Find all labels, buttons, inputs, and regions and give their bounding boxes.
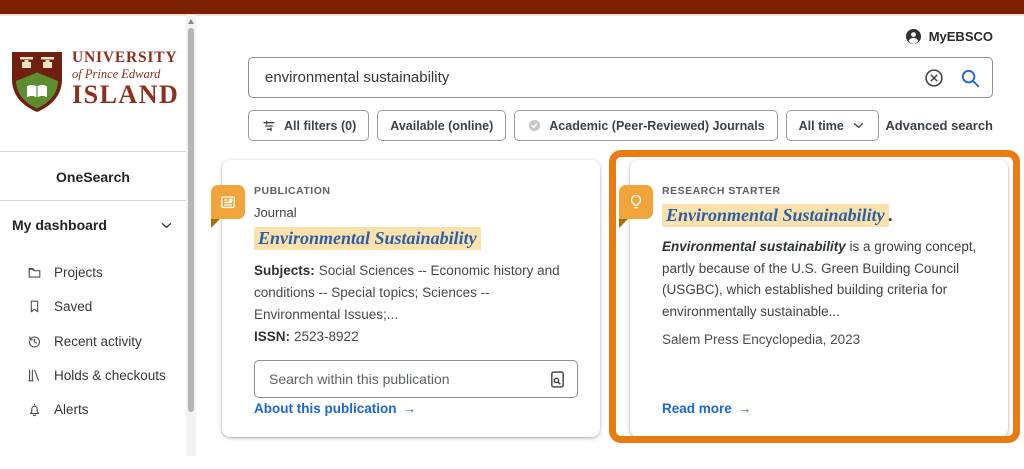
research-starter-card: RESEARCH STARTER Environmental Sustainab… xyxy=(619,160,1008,437)
search-within-submit-button[interactable] xyxy=(537,369,577,390)
sidebar-divider-top xyxy=(0,151,186,152)
publication-type: Journal xyxy=(254,205,297,220)
sidebar-item-holds-checkouts[interactable]: Holds & checkouts xyxy=(0,363,186,387)
chevron-down-icon xyxy=(161,222,172,228)
issn-label: ISSN: xyxy=(254,329,291,345)
search-within-publication-bar xyxy=(254,360,578,399)
sidebar-item-label: Holds & checkouts xyxy=(54,367,166,383)
scrollbar-up-arrow[interactable] xyxy=(188,19,194,24)
arrow-right-icon: → xyxy=(737,401,752,416)
sidebar-item-label: Alerts xyxy=(54,401,89,417)
logo-line-university: UNIVERSITY xyxy=(72,49,178,66)
search-submit-button[interactable] xyxy=(952,59,988,97)
top-brand-bar xyxy=(0,0,1024,16)
all-filters-label: All filters (0) xyxy=(284,118,357,133)
sidebar-item-projects[interactable]: Projects xyxy=(0,260,186,284)
publication-title-link[interactable]: Environmental Sustainability xyxy=(254,227,578,250)
upei-shield-icon xyxy=(12,52,62,112)
chevron-down-icon xyxy=(853,123,863,128)
logo-line-island: ISLAND xyxy=(72,80,180,109)
folder-icon xyxy=(28,267,41,278)
advanced-search-link[interactable]: Advanced search xyxy=(885,118,993,133)
issn-value: 2523-8922 xyxy=(294,329,359,345)
arrow-right-icon: → xyxy=(402,401,416,416)
snippet-lead: Environmental sustainability xyxy=(662,239,846,255)
publication-title-text: Environmental Sustainability xyxy=(254,227,481,250)
title-period: . xyxy=(888,205,894,225)
history-icon xyxy=(28,335,40,347)
myebsco-account-button[interactable]: MyEBSCO xyxy=(904,27,993,46)
peer-reviewed-label: Academic (Peer-Reviewed) Journals xyxy=(549,118,765,133)
search-input[interactable] xyxy=(249,69,916,86)
publication-kicker: PUBLICATION xyxy=(254,185,331,197)
document-search-icon xyxy=(550,371,564,388)
publication-meta: Subjects: Social Sciences -- Economic his… xyxy=(254,260,578,348)
available-online-filter[interactable]: Available (online) xyxy=(377,110,507,141)
research-starter-title-link[interactable]: Environmental Sustainability. xyxy=(662,204,986,227)
bell-icon xyxy=(29,403,40,416)
publication-issn: ISSN: 2523-8922 xyxy=(254,326,578,348)
search-within-publication-input[interactable] xyxy=(255,370,537,389)
sidebar-item-label: Recent activity xyxy=(54,333,142,349)
publication-result-card: PUBLICATION Journal Environmental Sustai… xyxy=(211,160,600,437)
upei-wordmark: UNIVERSITY of Prince Edward ISLAND xyxy=(72,50,179,108)
books-icon xyxy=(28,369,39,381)
sidebar-item-alerts[interactable]: Alerts xyxy=(0,397,186,421)
sidebar-scrollbar[interactable] xyxy=(186,15,196,456)
clear-search-button[interactable] xyxy=(916,59,952,97)
my-dashboard-toggle[interactable]: My dashboard xyxy=(12,217,174,233)
sidebar-item-recent-activity[interactable]: Recent activity xyxy=(0,329,186,353)
read-more-label: Read more xyxy=(662,401,732,416)
sidebar-item-label: Projects xyxy=(54,264,103,280)
scrollbar-thumb[interactable] xyxy=(188,28,194,412)
journal-icon xyxy=(221,196,235,209)
check-circle-icon xyxy=(529,119,541,132)
my-dashboard-label: My dashboard xyxy=(12,217,107,233)
clear-circle-x-icon xyxy=(925,68,943,87)
time-range-dropdown[interactable]: All time xyxy=(785,110,879,141)
lightbulb-icon xyxy=(630,194,642,209)
onesearch-label: OneSearch xyxy=(56,169,130,185)
publication-badge xyxy=(211,185,245,228)
sidebar-item-saved[interactable]: Saved xyxy=(0,294,186,318)
sidebar-divider-bottom xyxy=(0,200,186,201)
about-publication-link[interactable]: About this publication → xyxy=(254,401,416,416)
main-search-bar xyxy=(248,57,993,98)
about-publication-label: About this publication xyxy=(254,401,397,416)
subjects-label: Subjects: xyxy=(254,263,315,279)
available-online-label: Available (online) xyxy=(390,118,494,133)
bookmark-icon xyxy=(30,300,39,312)
sidebar-item-label: Saved xyxy=(54,298,93,314)
read-more-link[interactable]: Read more → xyxy=(662,401,751,416)
research-starter-title-text: Environmental Sustainability xyxy=(662,204,889,227)
filter-icon xyxy=(263,120,275,131)
research-starter-snippet: Environmental sustainability is a growin… xyxy=(662,236,986,322)
time-range-label: All time xyxy=(798,118,844,133)
all-filters-button[interactable]: All filters (0) xyxy=(248,110,370,141)
source-line: Salem Press Encyclopedia, 2023 xyxy=(662,332,861,348)
research-starter-card-body: RESEARCH STARTER Environmental Sustainab… xyxy=(662,185,986,347)
research-starter-kicker: RESEARCH STARTER xyxy=(662,185,781,197)
ebsco-onesearch-page: UNIVERSITY of Prince Edward ISLAND OneSe… xyxy=(0,0,1024,469)
account-label: MyEBSCO xyxy=(928,29,993,44)
search-icon xyxy=(961,69,980,87)
user-avatar-icon xyxy=(905,28,921,45)
publication-subjects: Subjects: Social Sciences -- Economic his… xyxy=(254,260,578,326)
research-starter-badge xyxy=(619,185,653,228)
filter-bar: All filters (0) Available (online) Acade… xyxy=(248,110,879,141)
peer-reviewed-filter[interactable]: Academic (Peer-Reviewed) Journals xyxy=(514,110,778,141)
upei-logo: UNIVERSITY of Prince Edward ISLAND xyxy=(10,50,179,114)
publication-card-body: PUBLICATION Journal Environmental Sustai… xyxy=(254,185,578,399)
logo-line-of-pei: of Prince Edward xyxy=(72,66,161,81)
